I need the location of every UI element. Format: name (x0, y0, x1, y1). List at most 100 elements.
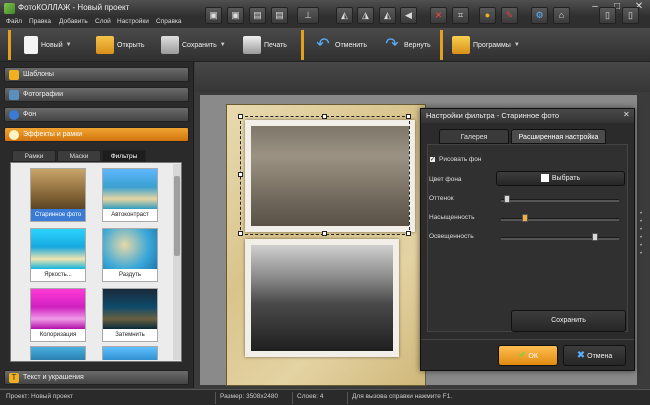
redo-icon: ↷ (385, 36, 399, 53)
filter-thumb[interactable] (102, 346, 158, 360)
flip-horizontal-icon[interactable]: ◭ (379, 7, 396, 24)
menu-file[interactable]: Файл (6, 18, 22, 25)
resize-handle[interactable] (322, 114, 327, 119)
filter-thumb[interactable]: Раздуть (102, 228, 158, 282)
star-icon (9, 70, 19, 80)
draw-bg-checkbox[interactable]: ✓ (429, 156, 436, 163)
crop-icon[interactable]: ⌗ (452, 7, 469, 24)
tab-advanced[interactable]: Расширенная настройка (511, 129, 606, 144)
resize-handle[interactable] (238, 172, 243, 177)
bring-front-icon[interactable]: ▣ (205, 7, 222, 24)
toolbar-separator (8, 30, 11, 60)
filter-thumb[interactable]: Автоконтраст (102, 168, 158, 222)
chevron-down-icon: ▼ (219, 42, 226, 48)
section-label: Шаблоны (23, 71, 54, 78)
filter-label: Затемнить (115, 332, 145, 338)
save-button[interactable]: Сохранить ▼ (161, 34, 226, 56)
undo-label: Отменить (335, 41, 367, 49)
status-layers: Слоев: 4 (297, 393, 324, 400)
layer-down-icon[interactable]: ▤ (271, 7, 288, 24)
filter-thumb[interactable]: Колоризация (30, 288, 86, 342)
lock-icon[interactable]: ⌂ (553, 7, 570, 24)
photo-icon (9, 90, 19, 100)
flip-right-icon[interactable]: ◮ (357, 7, 374, 24)
print-button[interactable]: Печать (243, 34, 287, 56)
filter-thumb[interactable]: Затемнить (102, 288, 158, 342)
flip-left-icon[interactable]: ◭ (336, 7, 353, 24)
canvas-toolbar (195, 62, 650, 92)
status-separator (292, 392, 293, 404)
bw-photo[interactable] (245, 239, 399, 357)
layer-up-icon[interactable]: ▤ (249, 7, 266, 24)
gear-icon[interactable]: ⚙ (531, 7, 548, 24)
undo-button[interactable]: ↶ Отменить (314, 34, 367, 56)
window-title: ФотоКОЛЛАЖ - Новый проект (18, 3, 130, 12)
hue-slider-knob[interactable] (503, 195, 510, 203)
choose-label: Выбрать (551, 175, 581, 182)
redo-button[interactable]: ↷ Вернуть (383, 34, 431, 56)
selection-frame (240, 116, 410, 235)
section-templates[interactable]: Шаблоны (4, 67, 189, 82)
menu-settings[interactable]: Настройки (117, 18, 149, 25)
section-background[interactable]: Фон (4, 107, 189, 122)
page-dots: • • • • • • (640, 211, 643, 257)
filter-preview (31, 169, 85, 209)
menu-add[interactable]: Добавить (59, 18, 88, 25)
resize-handle[interactable] (238, 114, 243, 119)
bg-color-label: Цвет фона (429, 176, 462, 183)
programs-button[interactable]: Программы ▼ (452, 34, 520, 56)
send-back-icon[interactable]: ▣ (227, 7, 244, 24)
save-filter-button[interactable]: Сохранить (511, 310, 626, 332)
filter-label: Автоконтраст (111, 212, 149, 218)
redo-label: Вернуть (404, 41, 431, 49)
delete-icon[interactable]: ✕ (430, 7, 447, 24)
filter-thumb[interactable]: Старинное фото (30, 168, 86, 222)
lightness-slider[interactable] (501, 237, 619, 240)
filter-label: Раздуть (118, 272, 142, 278)
align-icon[interactable]: ⊥ (297, 7, 319, 24)
add-page-icon[interactable]: ▯ (599, 7, 616, 24)
hue-label: Оттенок (429, 195, 454, 202)
print-label: Печать (264, 41, 287, 49)
hue-slider[interactable] (501, 199, 619, 202)
resize-handle[interactable] (406, 114, 411, 119)
printer-icon (243, 36, 261, 54)
scrollbar-thumb[interactable] (174, 176, 180, 256)
gift-icon (452, 36, 470, 54)
status-separator (215, 392, 216, 404)
ok-button[interactable]: ✔ ОК (498, 345, 558, 366)
new-button[interactable]: Новый ▼ (24, 34, 72, 56)
filter-thumb[interactable] (30, 346, 86, 360)
menu-edit[interactable]: Правка (29, 18, 51, 25)
choose-color-button[interactable]: Выбрать (496, 171, 625, 186)
section-photos[interactable]: Фотографии (4, 87, 189, 102)
cancel-button[interactable]: ✖ Отмена (563, 345, 626, 366)
ok-label: ОК (528, 353, 538, 360)
filter-thumb[interactable]: Яркость... (30, 228, 86, 282)
section-label: Текст и украшения (23, 374, 84, 381)
saturation-slider-knob[interactable] (521, 214, 528, 222)
section-label: Фотографии (23, 91, 64, 98)
resize-handle[interactable] (406, 231, 411, 236)
resize-handle[interactable] (322, 231, 327, 236)
tab-gallery[interactable]: Галерея (439, 129, 509, 144)
lightness-slider-knob[interactable] (592, 233, 599, 241)
chevron-down-icon: ▼ (65, 42, 72, 48)
flip-vertical-icon[interactable]: ◀ (400, 7, 417, 24)
section-effects[interactable]: Эффекты и рамки (4, 127, 189, 142)
color-fill-icon[interactable]: ● (479, 7, 496, 24)
open-button[interactable]: Открыть (96, 34, 145, 56)
tab-masks[interactable]: Маски (57, 150, 101, 162)
tab-filters[interactable]: Фильтры (102, 150, 146, 162)
magic-wand-icon[interactable]: ✎ (501, 7, 518, 24)
filter-label: Старинное фото (31, 209, 85, 221)
resize-handle[interactable] (238, 231, 243, 236)
section-text[interactable]: T Текст и украшения (4, 370, 189, 385)
menu-layer[interactable]: Слой (95, 18, 111, 25)
dialog-close-icon[interactable]: ✕ (623, 110, 630, 119)
menu-help[interactable]: Справка (156, 18, 182, 25)
new-label: Новый (41, 41, 63, 49)
saturation-slider[interactable] (501, 218, 619, 221)
page-settings-icon[interactable]: ▯ (622, 7, 639, 24)
tab-frames[interactable]: Рамки (12, 150, 56, 162)
